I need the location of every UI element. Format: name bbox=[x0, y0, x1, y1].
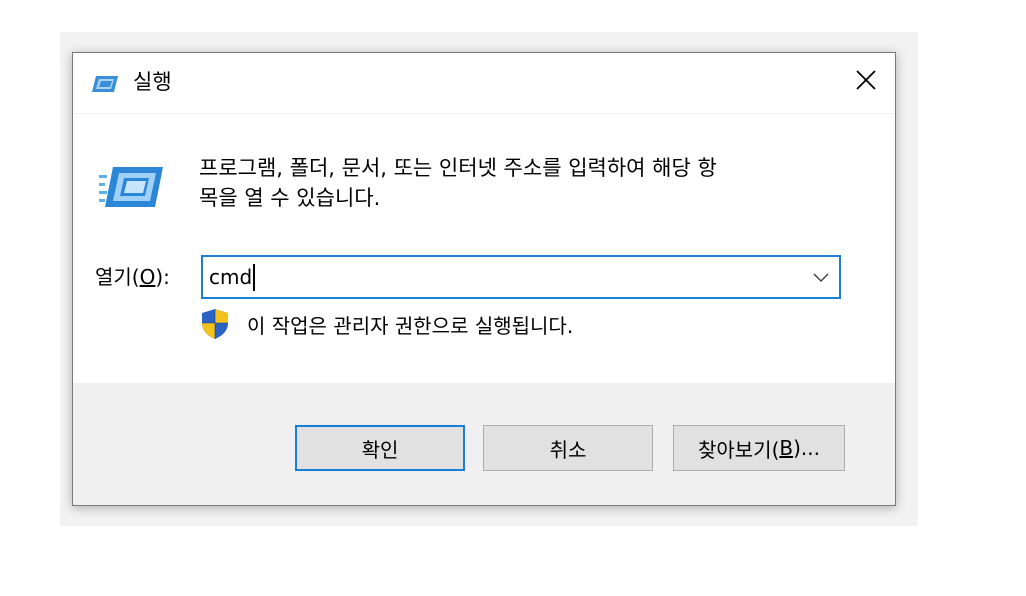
cancel-button[interactable]: 취소 bbox=[483, 425, 653, 471]
admin-notice: 이 작업은 관리자 권한으로 실행됩니다. bbox=[201, 309, 573, 343]
browse-button[interactable]: 찾아보기(B)... bbox=[673, 425, 845, 471]
title-divider bbox=[73, 113, 895, 114]
window-title: 실행 bbox=[133, 70, 172, 94]
run-dialog: 실행 프로그램, 폴더, 문서, 또는 인터넷 주소를 입력하여 해당 항 목을… bbox=[72, 52, 896, 506]
browse-mnemonic: B bbox=[779, 436, 794, 460]
text-caret bbox=[253, 264, 255, 291]
open-label-mnemonic: O bbox=[139, 265, 156, 289]
description-line-2: 목을 열 수 있습니다. bbox=[199, 186, 381, 210]
uac-shield-icon bbox=[201, 308, 229, 344]
title-bar[interactable]: 실행 bbox=[73, 53, 895, 113]
description-line-1: 프로그램, 폴더, 문서, 또는 인터넷 주소를 입력하여 해당 항 bbox=[199, 156, 717, 180]
admin-notice-text: 이 작업은 관리자 권한으로 실행됩니다. bbox=[247, 314, 574, 338]
ok-button[interactable]: 확인 bbox=[295, 425, 465, 471]
dropdown-button[interactable] bbox=[809, 266, 833, 288]
open-label: 열기(O): bbox=[95, 265, 170, 289]
chevron-down-icon bbox=[813, 268, 829, 287]
close-button[interactable] bbox=[837, 53, 895, 111]
open-input[interactable] bbox=[209, 263, 769, 291]
open-combobox[interactable] bbox=[201, 255, 841, 299]
close-icon bbox=[855, 69, 877, 95]
run-large-icon bbox=[99, 165, 165, 213]
description-text: 프로그램, 폴더, 문서, 또는 인터넷 주소를 입력하여 해당 항 목을 열 … bbox=[199, 153, 859, 213]
run-icon bbox=[91, 75, 119, 97]
